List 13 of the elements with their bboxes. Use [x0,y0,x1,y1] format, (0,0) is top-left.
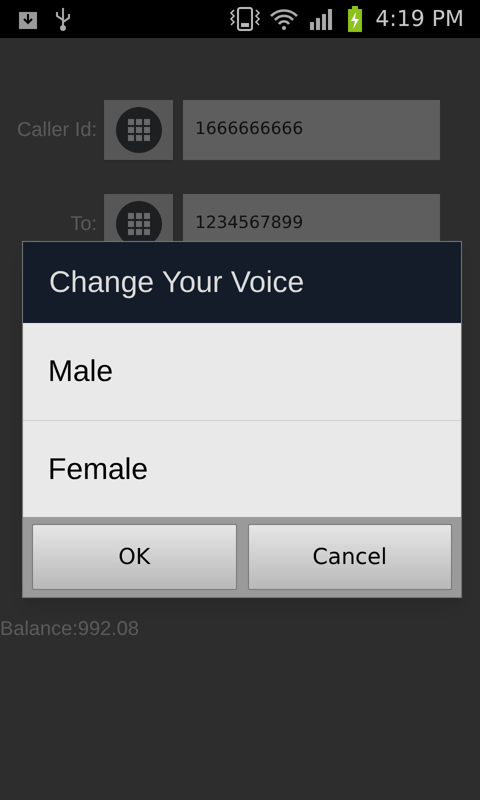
signal-icon [309,8,334,30]
keypad-button[interactable] [104,100,173,160]
wifi-icon [269,7,300,31]
vibrate-icon [229,6,262,32]
usb-icon [54,6,72,32]
dialog-button[interactable]: OK [32,524,236,590]
dialog-option[interactable]: Male [23,323,461,420]
dialog-title: Change Your Voice [23,242,461,323]
keypad-icon [116,107,162,153]
dialog-option[interactable]: Female [23,420,461,517]
dialog-button[interactable]: Cancel [248,524,452,590]
clock-time: 4:19 PM [375,6,464,34]
battery-icon [347,6,364,32]
